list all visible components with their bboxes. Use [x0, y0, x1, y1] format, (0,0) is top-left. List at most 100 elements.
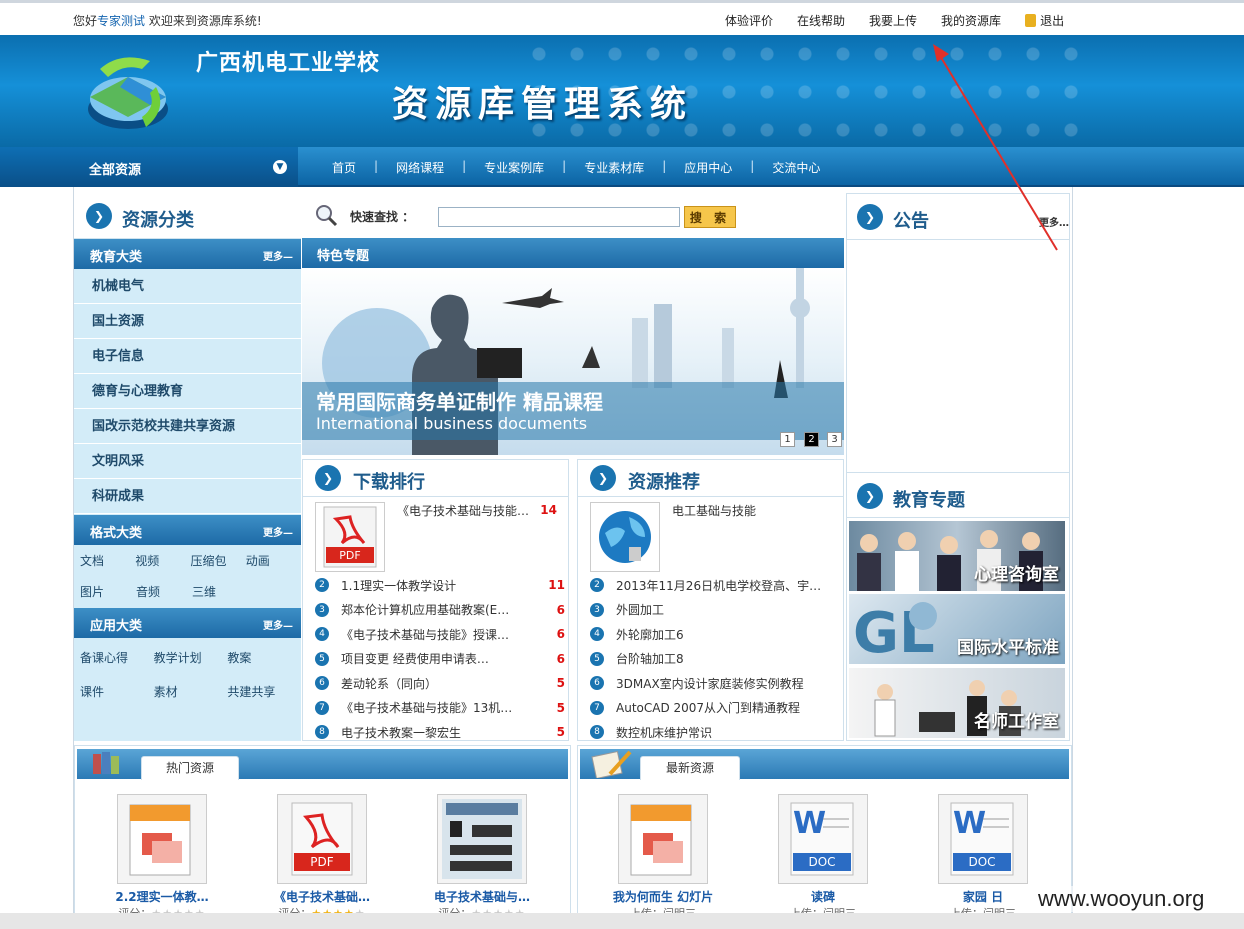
app-item[interactable]: 教案: [227, 649, 301, 666]
hot-resource-item[interactable]: 2.2理实一体教… 评分：★★★★★: [102, 794, 222, 921]
format-category-bar: 格式大类 更多—: [74, 515, 301, 545]
link-upload[interactable]: 我要上传: [869, 12, 917, 29]
category-item[interactable]: 科研成果: [74, 479, 301, 514]
nav-case-library[interactable]: 专业案例库: [484, 159, 544, 176]
download-item[interactable]: 2 1.1理实一体教学设计 11: [315, 573, 565, 598]
slide-page-2[interactable]: 2: [804, 432, 819, 447]
recommend-item-title: AutoCAD 2007从入门到精通教程: [616, 701, 801, 716]
globe-icon[interactable]: [590, 502, 660, 572]
nav-material-library[interactable]: 专业素材库: [584, 159, 644, 176]
nav-online-course[interactable]: 网络课程: [396, 159, 444, 176]
format-item[interactable]: 音频: [136, 583, 192, 600]
topic-header: ❯ 教育专题: [847, 472, 1069, 518]
format-more-link[interactable]: 更多—: [263, 524, 293, 539]
app-item[interactable]: 教学计划: [154, 649, 228, 666]
app-item[interactable]: 素材: [154, 683, 228, 700]
slide-page-3[interactable]: 3: [827, 432, 842, 447]
download-item-title: 电子技术教案一黎宏生: [341, 725, 462, 740]
download-item[interactable]: 5 项目变更 经费使用申请表… 6: [315, 647, 565, 672]
nav-exchange-center[interactable]: 交流中心: [772, 159, 820, 176]
format-item[interactable]: 文档: [80, 552, 135, 569]
logout-link[interactable]: 退出: [1025, 12, 1064, 29]
search-input[interactable]: [438, 207, 680, 227]
download-item-title: 郑本伦计算机应用基础教案(E…: [341, 603, 510, 618]
category-item[interactable]: 文明风采: [74, 444, 301, 479]
hot-resource-item[interactable]: 电子技术基础与… 评分：★★★★★: [422, 794, 542, 921]
recommend-item[interactable]: 7 AutoCAD 2007从入门到精通教程: [590, 696, 840, 721]
category-item[interactable]: 德育与心理教育: [74, 374, 301, 409]
category-item[interactable]: 国改示范校共建共享资源: [74, 409, 301, 444]
welcome-label: 欢迎来到资源库系统!: [148, 14, 262, 28]
tab-latest-resources[interactable]: 最新资源: [640, 756, 740, 780]
recommend-item[interactable]: 8 数控机床维护常识: [590, 720, 840, 745]
recommend-item[interactable]: 电工基础与技能: [672, 498, 832, 523]
search-button[interactable]: 搜 索: [684, 206, 736, 228]
slide-page-1[interactable]: 1: [780, 432, 795, 447]
topic-international[interactable]: GL 国际水平标准: [849, 594, 1065, 664]
download-item[interactable]: 《电子技术基础与技能… 14: [397, 498, 557, 523]
quick-search: 快速查找 ： 搜 索: [302, 193, 844, 238]
app-item[interactable]: 备课心得: [80, 649, 154, 666]
format-item[interactable]: 动画: [246, 552, 301, 569]
download-item[interactable]: 6 差动轮系（同向） 5: [315, 671, 565, 696]
download-ranking-header: ❯ 下载排行: [303, 460, 568, 497]
link-my-library[interactable]: 我的资源库: [941, 12, 1001, 29]
format-grid: 文档 视频 压缩包 动画 图片 音频 三维: [74, 545, 301, 607]
pdf-icon[interactable]: PDF: [315, 502, 385, 572]
topic-label: 国际水平标准: [957, 638, 1059, 658]
center-column: 快速查找 ： 搜 索 特色专题 常用国际商务单证制作 精品课程 Internat…: [302, 193, 844, 741]
bottom-scrollbar[interactable]: [0, 913, 1244, 929]
latest-resource-item[interactable]: WDOC 读碑 上传：闫明三: [763, 794, 883, 921]
resource-name: 家园 日: [962, 890, 1004, 904]
latest-resource-item[interactable]: WDOC 家园 日 上传：闫明三: [923, 794, 1043, 921]
download-item[interactable]: 4 《电子技术基础与技能》授课… 6: [315, 622, 565, 647]
recommend-item[interactable]: 3 外圆加工: [590, 598, 840, 623]
link-feedback[interactable]: 体验评价: [725, 12, 773, 29]
rank-number: 7: [590, 700, 604, 715]
featured-bar: 特色专题: [302, 238, 844, 268]
user-name: 专家测试: [97, 14, 146, 28]
recommend-item[interactable]: 4 外轮廓加工6: [590, 622, 840, 647]
download-item-title: 《电子技术基础与技能…: [397, 503, 530, 518]
link-help[interactable]: 在线帮助: [797, 12, 845, 29]
hot-resource-item[interactable]: PDF 《电子技术基础… 评分：★★★★★: [262, 794, 382, 921]
category-item[interactable]: 机械电气: [74, 269, 301, 304]
app-more-link[interactable]: 更多—: [263, 617, 293, 632]
category-item[interactable]: 国土资源: [74, 304, 301, 339]
topic-psychology[interactable]: 心理咨询室: [849, 521, 1065, 591]
all-resources-dropdown[interactable]: 全部资源 ▼: [0, 147, 298, 187]
category-item[interactable]: 电子信息: [74, 339, 301, 374]
arrow-right-icon: ❯: [86, 203, 112, 229]
arrow-right-icon: ❯: [857, 483, 883, 509]
app-item[interactable]: 共建共享: [227, 683, 301, 700]
download-item-title: 项目变更 经费使用申请表…: [341, 652, 489, 667]
search-icon: [316, 205, 338, 227]
download-item[interactable]: 8 电子技术教案一黎宏生 5: [315, 720, 565, 745]
search-label: 快速查找 ：: [350, 210, 415, 224]
download-item-title: 差动轮系（同向）: [341, 676, 438, 691]
latest-resource-item[interactable]: 我为何而生 幻灯片 上传：闫明三: [603, 794, 723, 921]
resource-name: 电子技术基础与…: [433, 890, 530, 904]
topic-teacher-studio[interactable]: 名师工作室: [849, 668, 1065, 738]
recommend-item[interactable]: 2 2013年11月26日机电学校登高、宇…: [590, 573, 840, 598]
featured-slideshow[interactable]: 常用国际商务单证制作 精品课程 International business d…: [302, 268, 844, 455]
download-ranking-panel: ❯ 下载排行 PDF 《电子技术基础与技能… 14 2 1.1理实一体教学设计 11 …: [302, 459, 569, 741]
tab-hot-resources[interactable]: 热门资源: [141, 756, 239, 780]
category-sidebar: ❯ 资源分类 教育大类 更多— 机械电气 国土资源 电子信息 德育与心理教育 国…: [74, 193, 301, 741]
recommend-item[interactable]: 5 台阶轴加工8: [590, 647, 840, 672]
edu-more-link[interactable]: 更多—: [263, 248, 293, 263]
format-item[interactable]: 视频: [135, 552, 190, 569]
recommend-item[interactable]: 6 3DMAX室内设计家庭装修实例教程: [590, 671, 840, 696]
download-count: 6: [556, 627, 565, 642]
download-item[interactable]: 3 郑本伦计算机应用基础教案(E… 6: [315, 598, 565, 623]
format-item[interactable]: 图片: [80, 583, 136, 600]
download-item[interactable]: 7 《电子技术基础与技能》13机… 5: [315, 696, 565, 721]
nav-home[interactable]: 首页: [332, 159, 356, 176]
nav-app-center[interactable]: 应用中心: [684, 159, 732, 176]
format-item[interactable]: 压缩包: [191, 552, 246, 569]
app-category-title: 应用大类: [90, 619, 143, 634]
svg-text:DOC: DOC: [968, 855, 995, 869]
format-item[interactable]: 三维: [192, 583, 248, 600]
download-list: 2 1.1理实一体教学设计 11 3 郑本伦计算机应用基础教案(E… 6 4 《电子技术基…: [315, 573, 565, 745]
app-item[interactable]: 课件: [80, 683, 154, 700]
